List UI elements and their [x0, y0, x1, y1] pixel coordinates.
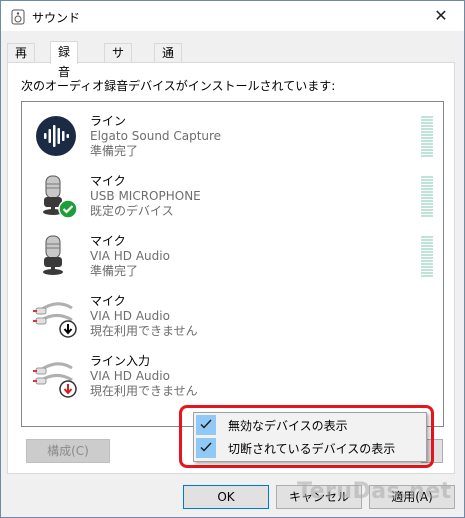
level-meter — [421, 176, 433, 218]
elgato-waveform-icon — [36, 116, 76, 156]
checkmark-icon — [200, 442, 212, 452]
device-list[interactable]: ライン Elgato Sound Capture 準備完了 マイク USB MI… — [21, 101, 444, 427]
device-name: マイク — [90, 294, 126, 308]
window-title: サウンド — [32, 11, 81, 25]
device-item[interactable]: ライン入力 VIA HD Audio 現在利用できません — [22, 346, 443, 406]
device-status: 準備完了 — [90, 144, 139, 158]
device-status: 現在利用できません — [90, 384, 198, 398]
tab-playback[interactable]: 再生 — [7, 43, 36, 79]
device-item[interactable]: マイク USB MICROPHONE 既定のデバイス — [22, 166, 443, 226]
device-status: 既定のデバイス — [90, 204, 174, 218]
device-item[interactable]: ライン Elgato Sound Capture 準備完了 — [22, 106, 443, 166]
menu-item-label: 無効なデバイスの表示 — [228, 419, 348, 433]
device-product: VIA HD Audio — [90, 309, 170, 323]
device-product: VIA HD Audio — [90, 249, 170, 263]
microphone-icon — [43, 235, 63, 275]
configure-button[interactable]: 構成(C) — [26, 439, 110, 463]
close-button[interactable]: ✕ — [418, 1, 464, 31]
ok-button[interactable]: OK — [183, 485, 269, 509]
device-product: Elgato Sound Capture — [90, 129, 222, 143]
device-status: 準備完了 — [90, 264, 139, 278]
device-item[interactable]: マイク VIA HD Audio 現在利用できません — [22, 286, 443, 346]
device-name: マイク — [90, 234, 126, 248]
device-name: ライン — [90, 114, 127, 128]
audio-jack-unplugged-icon — [33, 302, 77, 338]
menu-item-label: 切断されているデバイスの表示 — [228, 442, 396, 456]
device-name: マイク — [90, 174, 126, 188]
checkmark-icon — [200, 419, 212, 429]
device-status: 現在利用できません — [90, 324, 198, 338]
sound-dialog: サウンド ✕ 再生 録音 サウンド 通信 次のオーディオ録音デバイスがインストー… — [0, 0, 465, 518]
menu-item-show-disconnected[interactable]: 切断されているデバイスの表示 — [194, 437, 426, 459]
menu-item-show-disabled[interactable]: 無効なデバイスの表示 — [194, 414, 426, 436]
device-name: ライン入力 — [90, 354, 151, 368]
title-bar[interactable]: サウンド ✕ — [1, 1, 464, 31]
tab-sounds[interactable]: サウンド — [104, 43, 133, 117]
audio-jack-unplugged-red-icon — [33, 362, 77, 398]
device-product: VIA HD Audio — [90, 369, 170, 383]
tab-communications[interactable]: 通信 — [154, 43, 183, 79]
context-menu: 無効なデバイスの表示 切断されているデバイスの表示 — [193, 412, 427, 462]
microphone-default-icon — [43, 175, 78, 219]
level-meter — [421, 116, 433, 158]
speaker-icon — [11, 9, 25, 25]
tab-recording[interactable]: 録音 — [50, 41, 79, 79]
device-item[interactable]: マイク VIA HD Audio 準備完了 — [22, 226, 443, 286]
watermark: TeruDas.net — [297, 479, 452, 504]
level-meter — [421, 236, 433, 278]
device-product: USB MICROPHONE — [90, 189, 201, 203]
